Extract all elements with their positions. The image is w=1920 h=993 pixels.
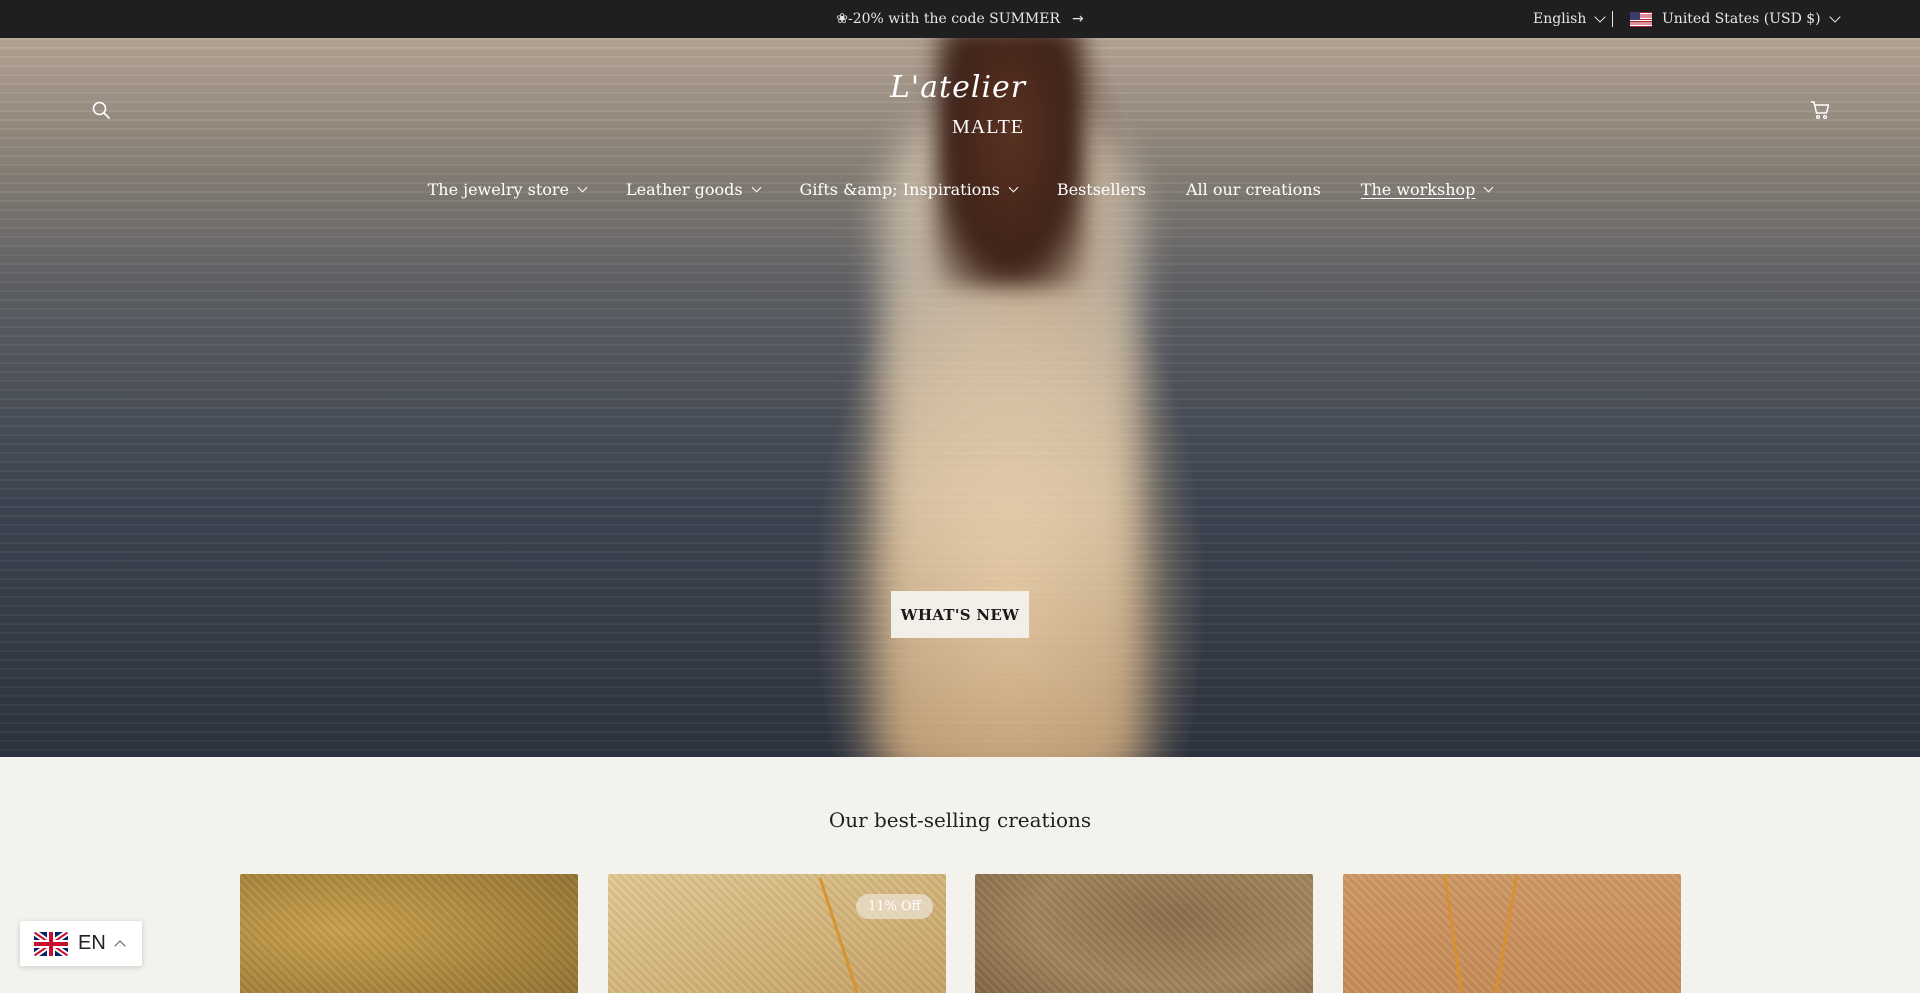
chevron-down-icon [1594,11,1607,23]
product-card[interactable] [240,874,578,993]
promo-text: ❀-20% with the code SUMMER [836,11,1060,27]
product-card[interactable]: 11% Off [608,874,946,993]
chevron-down-icon [1483,182,1494,192]
country-label: United States (USD $) [1662,11,1821,27]
us-flag-icon [1630,11,1652,27]
uk-flag-icon [34,931,68,956]
chevron-down-icon [751,182,761,192]
product-image [240,874,578,993]
nav-item-label: All our creations [1185,179,1321,199]
discount-badge: 11% Off [856,894,933,919]
nav-item-label: Bestsellers [1056,179,1146,199]
arrow-right-icon: → [1072,11,1084,27]
nav-item-label: The jewelry store [427,179,569,199]
site-logo[interactable]: L'atelier MALTE [890,70,1030,150]
nav-item-workshop[interactable]: The workshop [1360,179,1494,199]
language-switcher-widget[interactable]: EN [20,921,142,966]
nav-item-label: Gifts &amp; Inspirations [799,179,1000,199]
nav-item-bestsellers[interactable]: Bestsellers [1057,180,1146,199]
chevron-down-icon [1828,11,1841,23]
nav-item-jewelry-store[interactable]: The jewelry store [427,179,588,199]
nav-item-label: Leather goods [626,179,743,199]
product-card[interactable] [975,874,1313,993]
nav-item-all-creations[interactable]: All our creations [1186,180,1321,199]
announcement-bar: ❀-20% with the code SUMMER → English Uni… [0,0,1920,38]
language-label: English [1533,11,1587,27]
product-card[interactable] [1343,874,1681,993]
product-image [975,874,1313,993]
divider [1612,11,1613,27]
country-selector[interactable]: United States (USD $) [1630,0,1841,38]
nav-item-gifts-inspirations[interactable]: Gifts &amp; Inspirations [799,179,1019,199]
chevron-down-icon [1008,182,1019,192]
section-title: Our best-selling creations [828,808,1092,832]
search-icon[interactable] [92,101,110,119]
nav-item-leather-goods[interactable]: Leather goods [626,179,761,199]
nav-item-label: The workshop [1360,179,1476,199]
language-code: EN [78,932,106,954]
chevron-down-icon [577,182,588,192]
logo-script: L'atelier [890,70,1027,105]
cart-icon[interactable] [1810,100,1830,120]
whats-new-button[interactable]: WHAT'S NEW [891,591,1029,638]
chevron-up-icon [114,939,126,952]
logo-caps: MALTE [952,116,1025,138]
main-nav: The jewelry store Leather goods Gifts &a… [0,174,1920,204]
product-image [608,874,946,993]
language-selector[interactable]: English [1533,0,1607,38]
